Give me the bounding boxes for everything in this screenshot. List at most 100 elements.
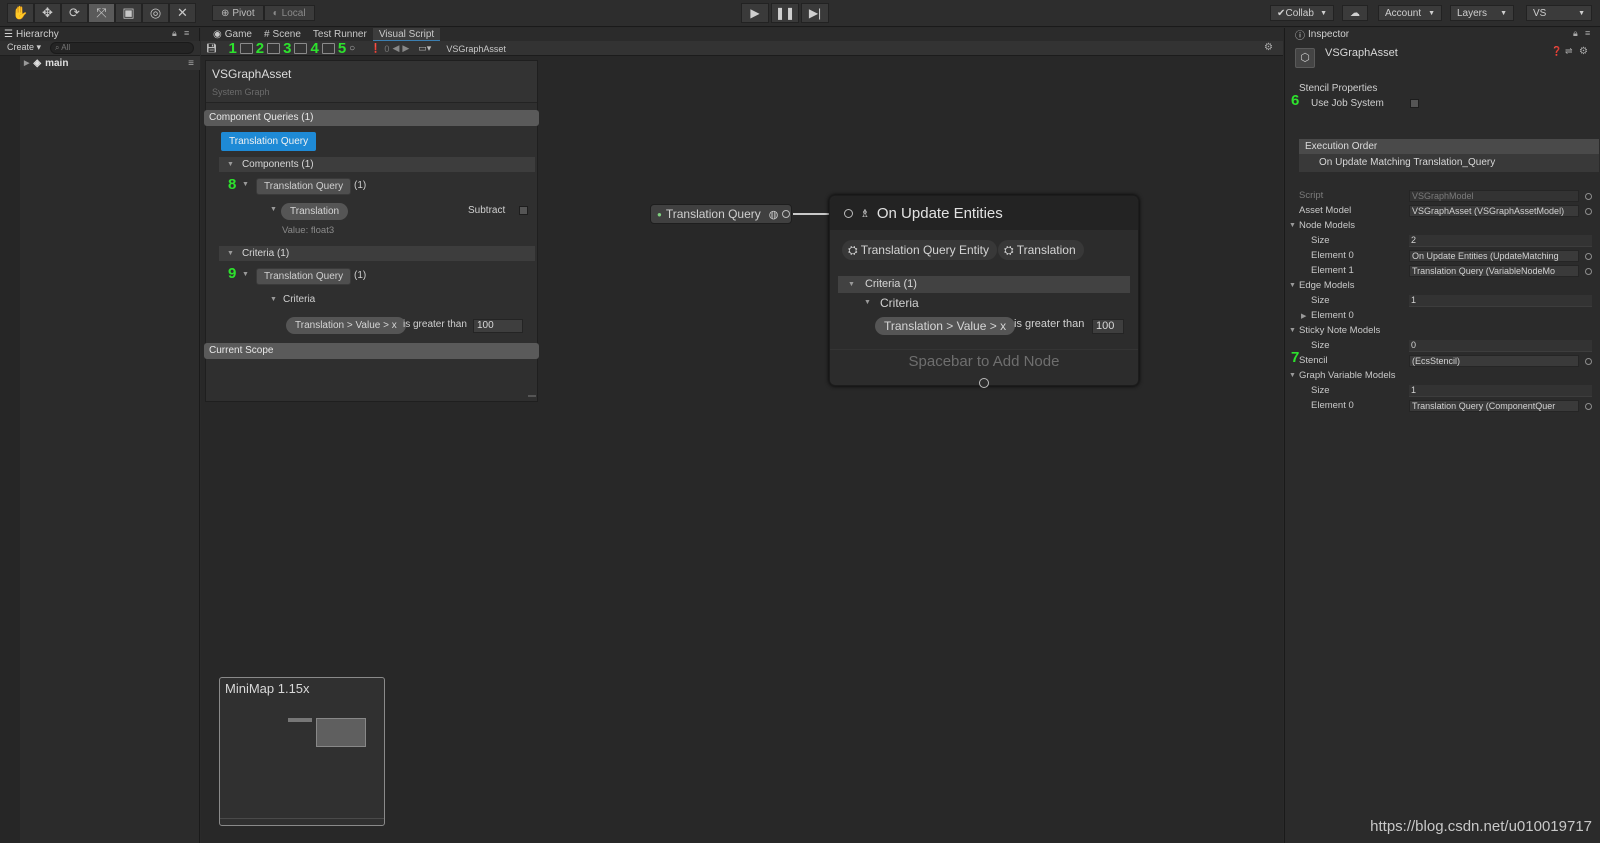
object-picker-icon[interactable] <box>1585 253 1592 260</box>
custom-tool-icon[interactable]: ✕ <box>169 3 196 23</box>
settings-gear-icon[interactable]: ⚙ <box>1264 42 1273 53</box>
preset-icon[interactable]: ⇌ <box>1565 46 1573 57</box>
hierarchy-tab[interactable]: ☰ Hierarchy <box>4 28 59 41</box>
inspector-row: Node Models ▼ <box>1285 219 1600 234</box>
panel-menu-icon[interactable]: ≡ <box>184 28 189 38</box>
collab-dropdown[interactable]: ✔ Collab ▼ <box>1270 5 1334 21</box>
refresh-icon[interactable] <box>267 43 281 54</box>
blackboard-icon[interactable] <box>321 43 335 54</box>
object-picker-icon[interactable] <box>1585 403 1592 410</box>
inspector-field[interactable]: (EcsStencil) <box>1409 355 1579 367</box>
current-scope-section[interactable]: Current Scope <box>204 343 539 359</box>
script-icon[interactable] <box>294 43 308 54</box>
inspector-field[interactable]: On Update Entities (UpdateMatching <box>1409 250 1579 262</box>
criteria-field-pill[interactable]: Translation > Value > x <box>286 317 406 334</box>
node-criteria-operator[interactable]: is greater than <box>1014 318 1084 330</box>
translation-component-pill[interactable]: Translation <box>281 203 349 220</box>
collapse-arrow-icon[interactable]: ▼ <box>242 271 249 278</box>
expand-arrow-icon[interactable]: ▶ <box>1301 312 1306 320</box>
expand-arrow-icon[interactable]: ▶ <box>24 59 29 67</box>
inspector-field[interactable]: VSGraphModel <box>1409 190 1579 202</box>
scale-tool-icon[interactable]: ⤧ <box>88 3 115 23</box>
build-icon[interactable] <box>239 43 253 54</box>
scene-row[interactable]: ▶ ◈ main ≡ <box>20 56 200 70</box>
play-button[interactable]: ▶ <box>741 3 769 23</box>
cloud-button[interactable]: ☁ <box>1342 5 1368 21</box>
pivot-button[interactable]: ⊕ Pivot <box>212 5 264 21</box>
output-port[interactable] <box>979 378 989 388</box>
layers-dropdown[interactable]: Layers ▼ <box>1450 5 1514 21</box>
inspector-field[interactable]: 0 <box>1409 340 1592 352</box>
entity-chip[interactable]: ⛭ Translation Query Entity <box>842 240 997 260</box>
collapse-arrow-icon[interactable]: ▼ <box>1289 222 1296 229</box>
criteria-header[interactable]: ▼ Criteria (1) <box>219 246 535 261</box>
collapse-arrow-icon[interactable]: ▼ <box>864 299 871 306</box>
criteria-operator[interactable]: is greater than <box>403 319 467 330</box>
hand-tool-icon[interactable]: ✋ <box>7 3 34 23</box>
rect-tool-icon[interactable]: ▣ <box>115 3 142 23</box>
output-port[interactable] <box>782 210 791 218</box>
criteria-query-pill[interactable]: Translation Query <box>256 268 352 285</box>
component-query-pill[interactable]: Translation Query <box>256 178 352 195</box>
translation-chip[interactable]: ⛭ Translation <box>998 240 1084 260</box>
collapse-arrow-icon[interactable]: ▼ <box>1289 282 1296 289</box>
transform-tool-icon[interactable]: ◎ <box>142 3 169 23</box>
step-button[interactable]: ▶| <box>801 3 829 23</box>
lock-icon[interactable]: 🔒︎ <box>172 28 177 39</box>
components-header[interactable]: ▼ Components (1) <box>219 157 535 172</box>
resize-handle[interactable] <box>528 395 536 397</box>
pause-button[interactable]: ❚❚ <box>771 3 799 23</box>
lock-icon[interactable]: 🔒︎ <box>1573 28 1578 39</box>
inspector-field[interactable]: 2 <box>1409 235 1592 247</box>
layout-dropdown[interactable]: VS ▼ <box>1526 5 1592 21</box>
object-picker-icon[interactable] <box>1585 208 1592 215</box>
criteria-value-field[interactable]: 100 <box>473 319 523 333</box>
object-picker-icon[interactable] <box>1585 358 1592 365</box>
settings-gear-icon[interactable]: ⚙ <box>1579 46 1588 57</box>
minimap[interactable]: MiniMap 1.15x <box>219 677 385 826</box>
add-node-hint[interactable]: Spacebar to Add Node <box>830 349 1138 373</box>
inspector-field[interactable]: 1 <box>1409 385 1592 397</box>
inspector-field[interactable]: VSGraphAsset (VSGraphAssetModel) <box>1409 205 1579 217</box>
collapse-arrow-icon[interactable]: ▼ <box>1289 327 1296 334</box>
move-tool-icon[interactable]: ✥ <box>34 3 61 23</box>
collapse-arrow-icon[interactable]: ▼ <box>242 181 249 188</box>
hierarchy-search-input[interactable]: ⌕ All <box>50 42 194 54</box>
view-dropdown-icon[interactable]: ▭▾ <box>418 43 431 54</box>
node-criteria-value[interactable]: 100 <box>1092 319 1124 334</box>
node-criteria-field[interactable]: Translation > Value > x <box>875 317 1016 335</box>
translation-query-button[interactable]: Translation Query <box>221 132 317 151</box>
account-dropdown[interactable]: Account ▼ <box>1378 5 1442 21</box>
collapse-arrow-icon[interactable]: ▼ <box>270 206 277 213</box>
on-update-entities-node[interactable]: ♗ On Update Entities ⛭ Translation Query… <box>829 195 1139 388</box>
object-picker-icon[interactable] <box>1585 268 1592 275</box>
scene-menu-icon[interactable]: ≡ <box>188 58 194 69</box>
local-button[interactable]: ◐ Local <box>263 5 315 21</box>
error-count: 0 <box>384 43 390 54</box>
next-arrow-icon[interactable]: ▶ <box>402 43 409 54</box>
tab-visual-script[interactable]: Visual Script <box>372 28 441 41</box>
execution-order-item[interactable]: On Update Matching Translation_Query <box>1299 154 1599 172</box>
create-dropdown[interactable]: Create ▾ <box>7 42 41 53</box>
inspector-field[interactable]: Translation Query (ComponentQuer <box>1409 400 1579 412</box>
use-job-system-checkbox[interactable] <box>1410 99 1419 108</box>
component-queries-section[interactable]: Component Queries (1) <box>204 110 539 126</box>
variable-node[interactable]: ● Translation Query ◍ <box>650 204 792 224</box>
node-criteria-header[interactable]: ▼ Criteria (1) <box>838 276 1130 293</box>
collapse-arrow-icon[interactable]: ▼ <box>1289 372 1296 379</box>
object-picker-icon[interactable] <box>1585 193 1592 200</box>
tracing-icon[interactable]: ○ <box>349 43 355 54</box>
rotate-tool-icon[interactable]: ⟳ <box>61 3 88 23</box>
save-icon[interactable]: 💾︎ <box>206 43 217 54</box>
input-port[interactable] <box>844 208 853 218</box>
inspector-field[interactable]: 1 <box>1409 295 1592 307</box>
prev-arrow-icon[interactable]: ◀ <box>392 43 399 54</box>
check-icon: ✔ <box>1277 7 1286 19</box>
subtract-checkbox[interactable] <box>519 206 528 215</box>
inspector-tab[interactable]: ⓘ Inspector <box>1295 28 1349 42</box>
asset-breadcrumb[interactable]: VSGraphAsset <box>446 44 506 54</box>
panel-menu-icon[interactable]: ≡ <box>1585 28 1590 38</box>
collapse-arrow-icon[interactable]: ▼ <box>270 296 277 303</box>
help-icon[interactable]: ❓ <box>1551 46 1562 57</box>
inspector-field[interactable]: Translation Query (VariableNodeMo <box>1409 265 1579 277</box>
